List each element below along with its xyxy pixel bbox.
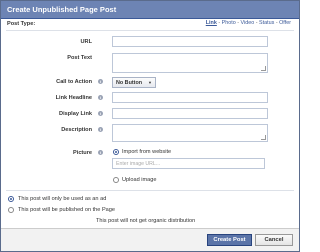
info-icon[interactable]: i: [98, 95, 103, 100]
link-headline-input[interactable]: [112, 92, 268, 103]
post-type-video[interactable]: Video: [241, 20, 255, 26]
divider: [6, 30, 294, 31]
display-link-label: Display Link: [59, 111, 92, 117]
create-post-button[interactable]: Create Post: [207, 234, 252, 246]
cta-select-value: No Button: [116, 80, 143, 86]
cta-select[interactable]: No Button ▼: [112, 77, 156, 88]
link-headline-label: Link Headline: [55, 95, 92, 101]
resize-handle[interactable]: [261, 66, 266, 71]
url-input[interactable]: [112, 36, 268, 47]
ad-only-label: This post will only be used as an ad: [18, 196, 107, 202]
divider: [6, 190, 294, 191]
ad-only-radio[interactable]: [8, 196, 14, 202]
info-icon[interactable]: i: [98, 150, 103, 155]
post-text-textarea[interactable]: [112, 53, 268, 73]
image-url-placeholder: Enter image URL...: [116, 161, 161, 167]
chevron-down-icon: ▼: [148, 80, 152, 85]
dialog-footer: Create Post Cancel: [1, 228, 299, 251]
create-post-dialog: Create Unpublished Page Post Post Type: …: [0, 0, 300, 252]
post-type-offer[interactable]: Offer: [279, 20, 291, 26]
import-label: Import from website: [122, 149, 172, 155]
post-type-label: Post Type:: [7, 21, 36, 27]
description-textarea[interactable]: [112, 124, 268, 142]
dialog-titlebar: Create Unpublished Page Post: [1, 1, 299, 19]
post-type-link[interactable]: Link: [206, 20, 217, 26]
published-radio[interactable]: [8, 207, 14, 213]
image-url-input[interactable]: Enter image URL...: [112, 158, 265, 169]
display-link-input[interactable]: [112, 108, 268, 119]
description-label: Description: [61, 127, 92, 133]
dialog-title: Create Unpublished Page Post: [7, 5, 117, 14]
info-icon[interactable]: i: [98, 79, 103, 84]
post-text-label: Post Text: [67, 55, 92, 61]
picture-label: Picture: [73, 150, 92, 156]
distribution-note: This post will not get organic distribut…: [96, 218, 196, 224]
info-icon[interactable]: i: [98, 111, 103, 116]
cta-label: Call to Action: [56, 79, 92, 85]
info-icon[interactable]: i: [98, 127, 103, 132]
import-radio[interactable]: [113, 149, 119, 155]
url-label: URL: [80, 39, 93, 45]
upload-radio[interactable]: [113, 177, 119, 183]
resize-handle[interactable]: [261, 135, 266, 140]
cancel-button[interactable]: Cancel: [255, 234, 293, 246]
post-type-selector: Link - Photo - Video - Status - Offer: [206, 20, 291, 26]
post-type-photo[interactable]: Photo: [222, 20, 236, 26]
upload-label: Upload image: [122, 177, 157, 183]
published-label: This post will be published on the Page: [18, 207, 116, 213]
post-type-status[interactable]: Status: [259, 20, 274, 26]
